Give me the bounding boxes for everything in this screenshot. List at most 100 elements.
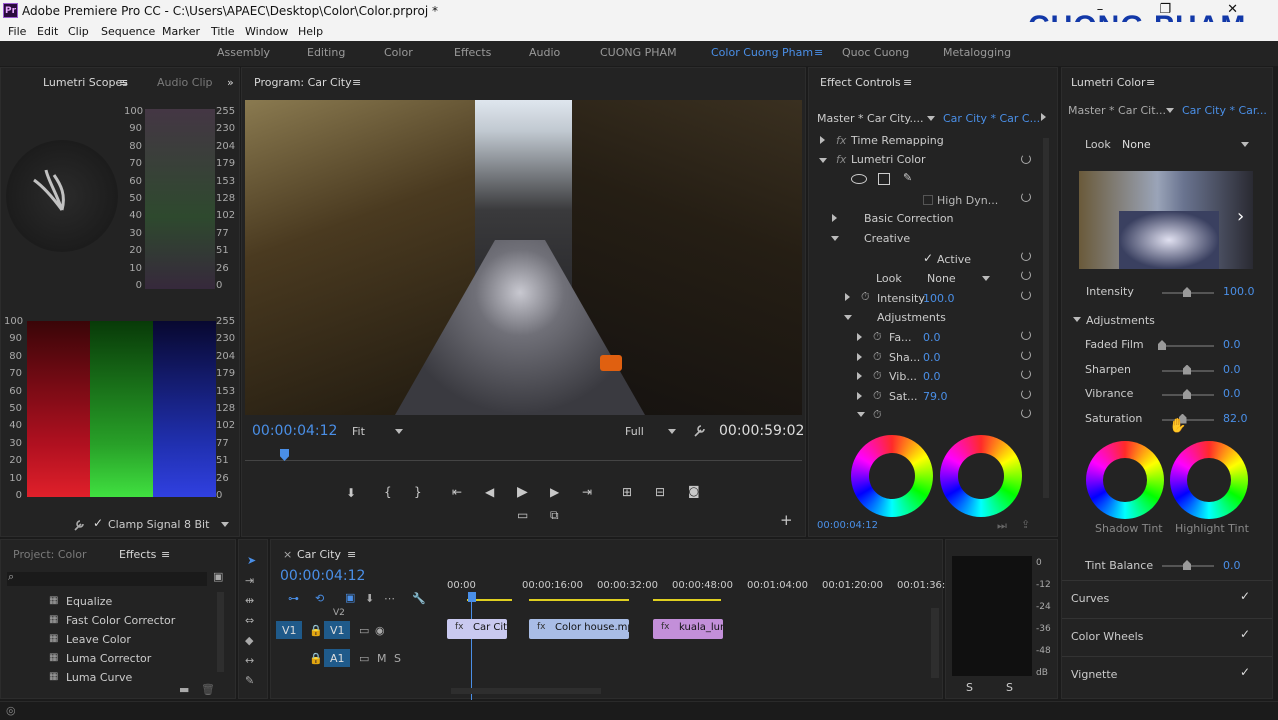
master-clip-label[interactable]: Master * Car Cit...: [1068, 104, 1166, 117]
snap-icon[interactable]: ⊶: [288, 592, 299, 605]
ellipse-mask-icon[interactable]: [851, 174, 867, 184]
expand-intensity-icon[interactable]: [845, 293, 850, 301]
effects-search-input[interactable]: [7, 572, 207, 586]
slider-knob[interactable]: [1158, 340, 1166, 350]
reset-icon[interactable]: [1021, 388, 1031, 399]
chevron-down-icon[interactable]: [221, 522, 229, 527]
adjustment-value[interactable]: 0.0: [923, 351, 941, 364]
scrollbar[interactable]: [1043, 138, 1049, 498]
selection-tool-icon[interactable]: ➤: [247, 554, 256, 567]
timeline-clip[interactable]: fx kuala_lun: [653, 619, 723, 639]
folder-icon[interactable]: ▬: [179, 683, 189, 696]
effect-item[interactable]: Luma Curve: [66, 671, 132, 684]
resolution-select[interactable]: Full: [625, 425, 644, 438]
mark-out-icon[interactable]: }: [414, 485, 422, 499]
wrench-icon[interactable]: [693, 424, 706, 440]
chevron-down-icon[interactable]: [982, 276, 990, 281]
adjustment-slider[interactable]: [1162, 345, 1214, 347]
slider-value[interactable]: 0.0: [1223, 338, 1241, 351]
chevron-down-icon[interactable]: [395, 429, 403, 434]
chevron-down-icon[interactable]: [927, 116, 935, 121]
ripple-edit-tool-icon[interactable]: ⇹: [245, 594, 254, 607]
expand-row-icon[interactable]: [857, 391, 862, 400]
add-marker-icon[interactable]: ▣: [345, 591, 355, 604]
panel-menu-icon[interactable]: ≡: [903, 76, 912, 89]
toggle-sync-icon[interactable]: ▭: [359, 652, 369, 665]
curves-section[interactable]: Curves: [1071, 592, 1109, 605]
workspace-quoc-cuong[interactable]: Quoc Cuong: [842, 46, 909, 59]
pen-mask-icon[interactable]: ✎: [903, 171, 912, 184]
stopwatch-icon[interactable]: ⏱: [873, 350, 882, 364]
expand-row-icon[interactable]: [857, 333, 862, 341]
overflow-icon[interactable]: »: [227, 76, 234, 89]
collapse-adjustments-icon[interactable]: [844, 315, 852, 320]
adjustments-label[interactable]: Adjustments: [1086, 314, 1155, 327]
clamp-signal-checkbox[interactable]: ✓: [93, 516, 103, 530]
playhead-marker[interactable]: [468, 592, 476, 602]
menu-marker[interactable]: Marker: [162, 25, 200, 38]
timeline-timecode[interactable]: 00:00:04:12: [280, 568, 365, 584]
video-frame[interactable]: [245, 100, 802, 415]
menu-help[interactable]: Help: [298, 25, 323, 38]
active-clip-label[interactable]: Car City * Car...: [1182, 104, 1267, 117]
reset-icon[interactable]: [1021, 154, 1031, 164]
toggle-sync-icon[interactable]: ▭: [359, 624, 369, 637]
linked-selection-icon[interactable]: ⟲: [315, 592, 324, 605]
color-wheels-section[interactable]: Color Wheels: [1071, 630, 1143, 643]
intensity-value[interactable]: 100.0: [923, 292, 955, 305]
solo-button[interactable]: S: [394, 652, 401, 665]
tint-balance-knob[interactable]: [1183, 560, 1191, 570]
razor-tool-icon[interactable]: ◆: [245, 634, 253, 647]
stopwatch-icon[interactable]: ⏱: [861, 290, 870, 304]
lift-icon[interactable]: ⊞: [622, 485, 632, 499]
time-remapping-label[interactable]: Time Remapping: [851, 134, 944, 147]
intensity-value[interactable]: 100.0: [1223, 285, 1255, 298]
tab-sequence[interactable]: Car City: [297, 548, 341, 561]
workspace-assembly[interactable]: Assembly: [217, 46, 270, 59]
tab-project[interactable]: Project: Color: [13, 548, 87, 561]
add-button-icon[interactable]: +: [780, 511, 793, 529]
reset-icon[interactable]: [1021, 408, 1031, 418]
collapse-creative-icon[interactable]: [831, 236, 839, 241]
export-icon[interactable]: ⇪: [1021, 518, 1030, 531]
mini-timeline[interactable]: [245, 451, 802, 461]
settings-icon[interactable]: ⋯: [384, 592, 395, 605]
panel-menu-icon[interactable]: ≡: [161, 548, 170, 561]
solo-left-button[interactable]: S: [966, 681, 973, 694]
safe-margins-icon[interactable]: ▭: [517, 508, 528, 522]
workspace-color-cuong-pham[interactable]: Color Cuong Pham: [711, 46, 813, 59]
step-forward-icon[interactable]: ▶: [550, 485, 559, 499]
workspace-cuong-pham[interactable]: CUONG PHAM: [600, 46, 677, 59]
chevron-down-icon[interactable]: [1166, 108, 1174, 113]
workspace-effects[interactable]: Effects: [454, 46, 491, 59]
look-select[interactable]: None: [1122, 138, 1151, 151]
lock-icon[interactable]: 🔒: [309, 652, 323, 665]
filter-icon[interactable]: ⏭: [997, 519, 1007, 533]
scrollbar[interactable]: [217, 592, 224, 672]
reset-icon[interactable]: [1021, 369, 1031, 379]
collapse-adjustments-icon[interactable]: [1073, 317, 1081, 322]
adjustment-value[interactable]: 0.0: [923, 370, 941, 383]
highlight-tint-wheel[interactable]: [940, 435, 1022, 517]
look-preview-thumbnail[interactable]: [1079, 171, 1253, 269]
lumetri-color-label[interactable]: Lumetri Color: [851, 153, 926, 166]
pen-tool-icon[interactable]: ✎: [245, 674, 254, 687]
master-clip-label[interactable]: Master * Car City....: [817, 112, 923, 125]
reset-icon[interactable]: [1021, 251, 1031, 261]
highlight-tint-wheel[interactable]: [1170, 441, 1248, 519]
panel-menu-icon[interactable]: ≡: [119, 76, 128, 89]
go-to-out-icon[interactable]: ⇥: [582, 485, 592, 499]
add-marker-icon[interactable]: ⬇: [346, 486, 356, 500]
intensity-slider-knob[interactable]: [1183, 287, 1191, 297]
active-clip-label[interactable]: Car City * Car C...: [943, 112, 1040, 125]
slider-knob[interactable]: [1183, 389, 1191, 399]
chevron-down-icon[interactable]: [668, 429, 676, 434]
adjustment-value[interactable]: 0.0: [923, 331, 941, 344]
chevron-down-icon[interactable]: [1241, 142, 1249, 147]
slider-knob[interactable]: [1183, 364, 1191, 375]
shadow-tint-wheel[interactable]: [1086, 441, 1164, 519]
close-tab-icon[interactable]: ×: [283, 548, 292, 561]
collapse-lumetri-icon[interactable]: [819, 158, 827, 163]
vignette-checkbox[interactable]: ✓: [1240, 665, 1250, 679]
vr-toggle-icon[interactable]: ⧉: [550, 508, 559, 523]
